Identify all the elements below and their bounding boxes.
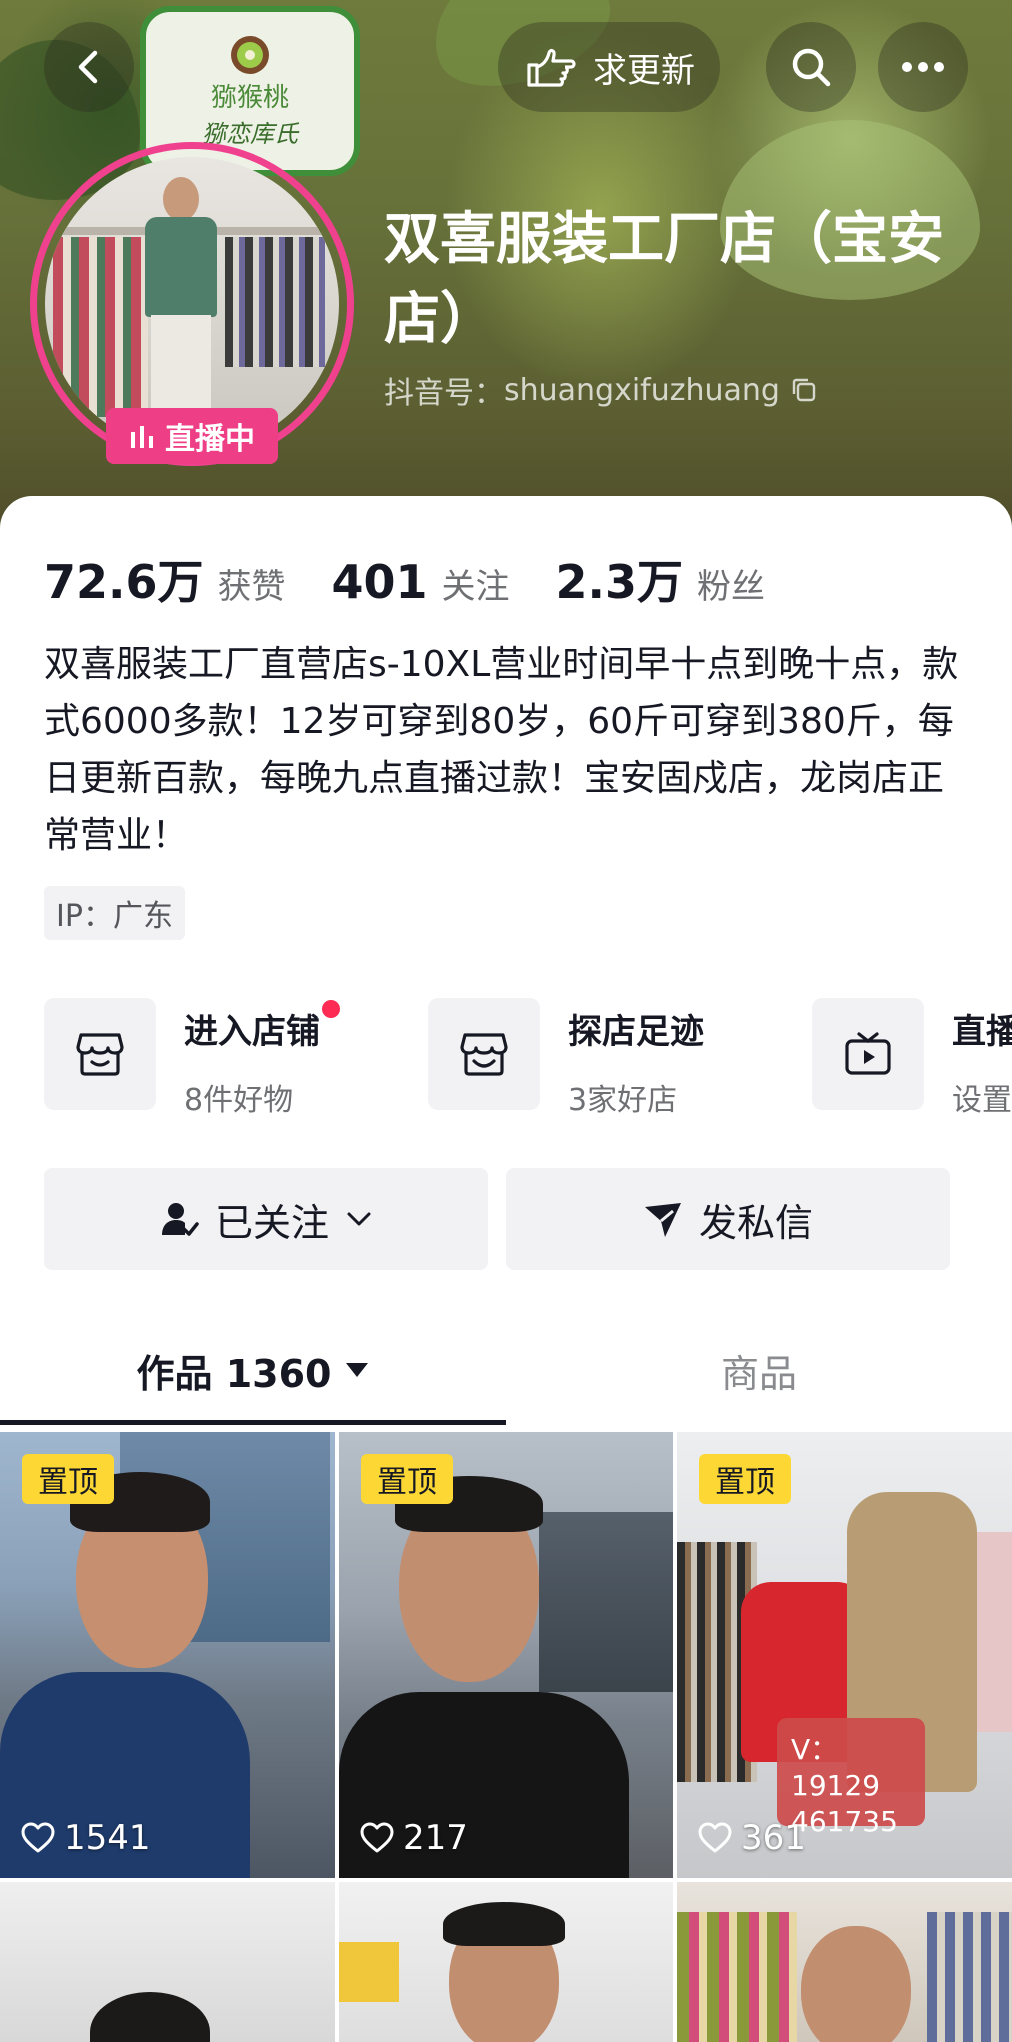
likes-count: 361 [741, 1818, 806, 1858]
video-tile[interactable]: 置顶 V：19129 461735 361 [677, 1432, 1012, 1878]
shop-entries: 进入店铺 8件好物 探店足迹 3家好店 直播 设置 [44, 998, 1012, 1114]
paper-plane-icon [644, 1203, 681, 1237]
shop-name: 双喜服装工厂店（宝安店） [384, 207, 944, 352]
pointing-hand-icon [527, 48, 576, 87]
logo-text-top: 猕猴桃 [210, 83, 289, 113]
search-button[interactable] [766, 22, 856, 112]
pinned-badge: 置顶 [22, 1454, 114, 1504]
stat-value: 72.6万 [44, 555, 204, 609]
tab-active-indicator [0, 1420, 506, 1425]
entry-icon-box [812, 998, 924, 1110]
clothes-rack [927, 1912, 1012, 2042]
entry-title: 探店足迹 [568, 1012, 704, 1052]
live-badge[interactable]: 直播中 [106, 408, 278, 464]
entry-live-settings[interactable]: 直播 设置 [812, 998, 1012, 1114]
entry-title: 进入店铺 [184, 1000, 340, 1053]
entry-title: 直播 [952, 1012, 1012, 1052]
entry-enter-shop[interactable]: 进入店铺 8件好物 [44, 998, 340, 1114]
video-likes: 1541 [20, 1818, 151, 1858]
video-tile[interactable] [677, 1882, 1012, 2042]
douyin-id-value: shuangxifuzhuang [504, 372, 780, 408]
notification-dot [322, 1000, 340, 1018]
douyin-id[interactable]: 抖音号： shuangxifuzhuang [384, 368, 818, 412]
avatar-photo [45, 157, 339, 451]
video-likes: 217 [359, 1818, 468, 1858]
request-update-button[interactable]: 求更新 [498, 22, 720, 112]
entry-icon-box [44, 998, 156, 1110]
stat-following[interactable]: 401 关注 [332, 555, 510, 609]
wechat-contact-tag: V：19129 461735 [777, 1718, 925, 1838]
video-tile[interactable] [0, 1882, 335, 2042]
live-bars-icon [131, 426, 153, 448]
person-face [801, 1926, 911, 2042]
live-label: 直播中 [165, 422, 255, 457]
content-tabs: 作品 1360 商品 [0, 1316, 1012, 1425]
chevron-down-icon [347, 1212, 371, 1226]
heart-icon [698, 1822, 732, 1853]
followed-button[interactable]: 已关注 [44, 1168, 488, 1270]
douyin-id-label: 抖音号： [384, 376, 504, 411]
video-tile[interactable]: 置顶 1541 [0, 1432, 335, 1878]
stat-value: 2.3万 [555, 555, 684, 609]
profile-actions: 已关注 发私信 [44, 1168, 950, 1270]
street-bg [539, 1512, 673, 1692]
profile-bio: 双喜服装工厂直营店s-10XL营业时间早十点到晚十点，款式6000多款！12岁可… [44, 644, 959, 856]
stat-label: 关注 [441, 567, 510, 607]
likes-count: 1541 [64, 1818, 151, 1858]
more-dots-icon [902, 62, 944, 72]
heart-icon [360, 1822, 394, 1853]
followed-label: 已关注 [214, 1200, 329, 1245]
user-check-icon [161, 1203, 199, 1236]
store-visit-icon [460, 1033, 508, 1076]
stat-label: 获赞 [217, 567, 286, 607]
kiwi-icon [231, 36, 269, 74]
send-message-label: 发私信 [698, 1200, 813, 1245]
ip-location-tag: IP：广东 [44, 886, 185, 940]
profile-stats: 72.6万 获赞 401 关注 2.3万 粉丝 [44, 546, 765, 612]
pink-garment [977, 1532, 1012, 1732]
caret-down-icon [345, 1363, 368, 1377]
likes-count: 217 [403, 1818, 468, 1858]
tab-goods-label: 商品 [720, 1351, 797, 1396]
tab-works[interactable]: 作品 1360 [0, 1316, 506, 1424]
request-update-label: 求更新 [593, 50, 695, 91]
entry-subtitle: 8件好物 [184, 1083, 294, 1114]
video-tile[interactable]: 置顶 217 [339, 1432, 673, 1878]
back-arrow-icon [78, 50, 98, 84]
tv-icon [845, 1032, 891, 1075]
stat-followers[interactable]: 2.3万 粉丝 [556, 546, 766, 612]
heart-icon [21, 1822, 55, 1853]
send-message-button[interactable]: 发私信 [506, 1168, 950, 1270]
pinned-badge: 置顶 [361, 1454, 453, 1504]
video-likes: 361 [697, 1818, 806, 1858]
search-icon [792, 48, 831, 87]
tab-works-label: 作品 1360 [136, 1351, 332, 1396]
entry-subtitle: 3家好店 [568, 1083, 678, 1114]
entry-store-visits[interactable]: 探店足迹 3家好店 [428, 998, 704, 1114]
entry-icon-box [428, 998, 540, 1110]
yellow-sign [339, 1942, 399, 2002]
store-icon [76, 1033, 124, 1076]
more-options-button[interactable] [878, 22, 968, 112]
back-button[interactable] [44, 22, 134, 112]
video-tile[interactable] [339, 1882, 673, 2042]
tab-goods[interactable]: 商品 [506, 1316, 1012, 1424]
stat-value: 401 [331, 555, 428, 609]
copy-icon[interactable] [790, 376, 818, 404]
entry-subtitle: 设置 [952, 1083, 1012, 1114]
stat-likes[interactable]: 72.6万 获赞 [44, 546, 286, 612]
pinned-badge: 置顶 [699, 1454, 791, 1504]
person-hair [443, 1902, 565, 1946]
person-hair [90, 1992, 210, 2042]
stat-label: 粉丝 [697, 567, 766, 607]
clothes-rack [677, 1912, 797, 2042]
